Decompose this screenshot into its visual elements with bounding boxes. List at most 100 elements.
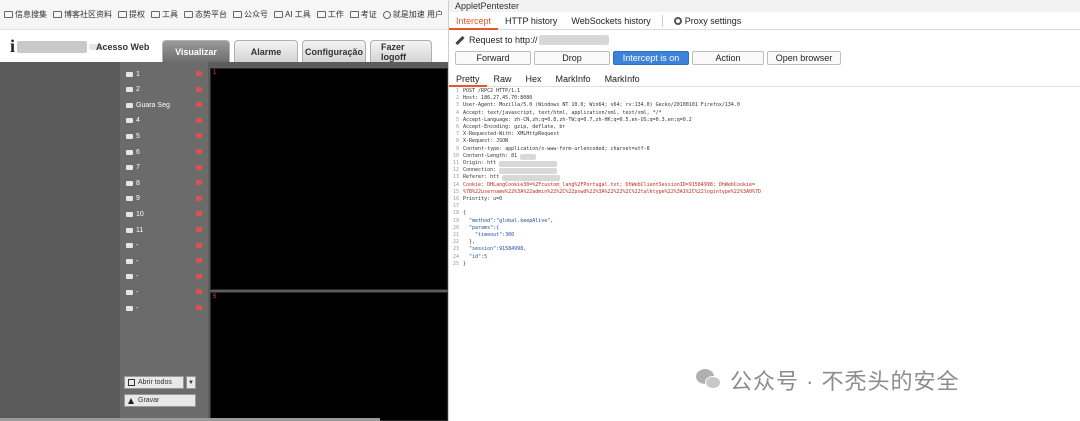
open-all-label: Abrir todos (138, 379, 172, 386)
tab-pretty[interactable]: Pretty (449, 71, 487, 87)
channel-item[interactable]: - (126, 286, 206, 298)
bookmark-item[interactable]: AI 工具 (274, 9, 311, 20)
tab-proxy-settings[interactable]: Proxy settings (667, 12, 749, 30)
bookmark-item[interactable]: 考证 (349, 9, 377, 20)
line-number: 6 (455, 124, 459, 131)
ptz-icon[interactable] (196, 164, 202, 170)
bookmark-label: AI 工具 (285, 10, 311, 19)
bookmark-item[interactable]: 公众号 (233, 9, 268, 20)
ptz-icon[interactable] (196, 102, 202, 108)
ptz-icon[interactable] (196, 289, 202, 295)
channel-item[interactable]: - (126, 271, 206, 283)
channel-label: 2 (136, 86, 140, 94)
tab-fazer-logoff[interactable]: Fazer logoff (370, 40, 432, 62)
bookmark-item[interactable]: 提权 (118, 9, 145, 20)
open-all-button[interactable]: Abrir todos (124, 376, 184, 389)
camera-icon (126, 165, 133, 171)
ptz-icon[interactable] (196, 211, 202, 217)
ptz-icon[interactable] (196, 86, 202, 92)
request-editor[interactable]: 1 POST /RPC2 HTTP/1.1 2 Host: 186.27.45.70:… (449, 88, 1080, 318)
action-button[interactable]: Action (692, 51, 764, 65)
ptz-icon[interactable] (196, 195, 202, 201)
window-title: AppletPentester (449, 0, 1080, 12)
request-line: 9 Content-type: application/x-www-form-ur… (449, 146, 1080, 153)
channel-item[interactable]: 2 (126, 84, 206, 96)
line-number: 12 (452, 167, 459, 174)
ptz-icon[interactable] (196, 227, 202, 232)
tab-visualizar[interactable]: Visualizar (162, 40, 230, 62)
folder-icon (233, 11, 242, 18)
camera-icon (126, 211, 133, 217)
tab-http-history[interactable]: HTTP history (498, 12, 564, 30)
pencil-icon (455, 35, 465, 45)
tab-markinfo-1[interactable]: MarkInfo (549, 74, 598, 84)
channel-item[interactable]: 1 (126, 68, 206, 80)
ptz-icon[interactable] (196, 71, 202, 76)
video-panel-5[interactable]: 5 (210, 292, 448, 421)
channel-item[interactable]: - (126, 255, 206, 267)
record-button[interactable]: Gravar (124, 394, 196, 407)
tab-raw[interactable]: Raw (487, 74, 519, 84)
channel-label: 7 (136, 164, 140, 172)
bookmark-label: 信息搜集 (15, 10, 47, 19)
line-number: 4 (455, 109, 459, 116)
ptz-icon[interactable] (196, 305, 202, 310)
channel-label: - (136, 242, 139, 250)
ptz-icon[interactable] (196, 149, 202, 154)
forward-button[interactable]: Forward (455, 51, 531, 65)
watermark-text: 公众号 · 不秃头的安全 (730, 369, 960, 394)
wechat-icon (696, 369, 722, 391)
line-number: 16 (452, 196, 459, 203)
tab-alarme[interactable]: Alarme (234, 40, 298, 62)
folder-icon (184, 11, 193, 18)
open-all-dropdown[interactable]: ▼ (186, 376, 196, 389)
channel-item[interactable]: 11 (126, 224, 206, 236)
channel-item[interactable]: 7 (126, 162, 206, 174)
bookmark-item[interactable]: 就是加速 用户 (382, 9, 443, 20)
bookmark-item[interactable]: 态势平台 (184, 9, 227, 20)
channel-label: 1 (136, 70, 140, 78)
ptz-icon[interactable] (196, 258, 202, 264)
line-number: 17 (452, 203, 459, 210)
channel-item[interactable]: 9 (126, 193, 206, 205)
chevron-down-icon: ▼ (188, 379, 194, 386)
bookmark-item[interactable]: 信息搜集 (4, 9, 47, 20)
channel-item[interactable]: 4 (126, 115, 206, 127)
tab-websockets-history[interactable]: WebSockets history (564, 12, 657, 30)
proxy-settings-label: Proxy settings (684, 15, 742, 26)
channel-item[interactable]: Guara Seg (126, 99, 206, 111)
bookmark-item[interactable]: 工具 (151, 9, 178, 20)
request-line: 14 Cookie: DHLangCookie30=%2Fcustom_lang%… (449, 182, 1080, 189)
video-panel-number: 1 (213, 70, 217, 76)
tab-configuracao[interactable]: Configuração (302, 40, 366, 62)
camera-icon (126, 258, 133, 264)
drop-button[interactable]: Drop (534, 51, 610, 65)
channel-item[interactable]: - (126, 240, 206, 252)
ptz-icon[interactable] (196, 242, 202, 248)
channel-item[interactable]: 10 (126, 208, 206, 220)
line-text: Accept-Language: zh-CN,zh;q=0.8,zh-TW;q=… (463, 116, 692, 123)
line-number: 5 (455, 116, 459, 123)
channel-label: - (136, 273, 139, 281)
folder-icon (274, 11, 283, 18)
channel-label: 4 (136, 117, 140, 125)
ptz-icon[interactable] (196, 133, 202, 139)
ptz-icon[interactable] (196, 180, 202, 186)
tab-markinfo-2[interactable]: MarkInfo (598, 74, 647, 84)
line-text: POST /RPC2 HTTP/1.1 (463, 88, 521, 94)
ptz-icon[interactable] (196, 117, 202, 123)
ptz-icon[interactable] (196, 273, 202, 279)
tab-hex[interactable]: Hex (519, 74, 549, 84)
channel-label: Guara Seg (136, 101, 170, 109)
open-browser-button[interactable]: Open browser (767, 51, 841, 65)
bookmark-item[interactable]: 博客社区资料 (53, 9, 112, 20)
channel-item[interactable]: - (126, 302, 206, 314)
bookmark-item[interactable]: 工作 (316, 9, 344, 20)
channel-item[interactable]: 5 (126, 130, 206, 142)
channel-item[interactable]: 6 (126, 146, 206, 158)
video-panel-1[interactable]: 1 (210, 68, 448, 290)
line-number: 23 (452, 246, 459, 253)
intercept-toggle-button[interactable]: Intercept is on (613, 51, 689, 65)
tab-intercept[interactable]: Intercept (449, 12, 499, 30)
channel-item[interactable]: 8 (126, 177, 206, 189)
